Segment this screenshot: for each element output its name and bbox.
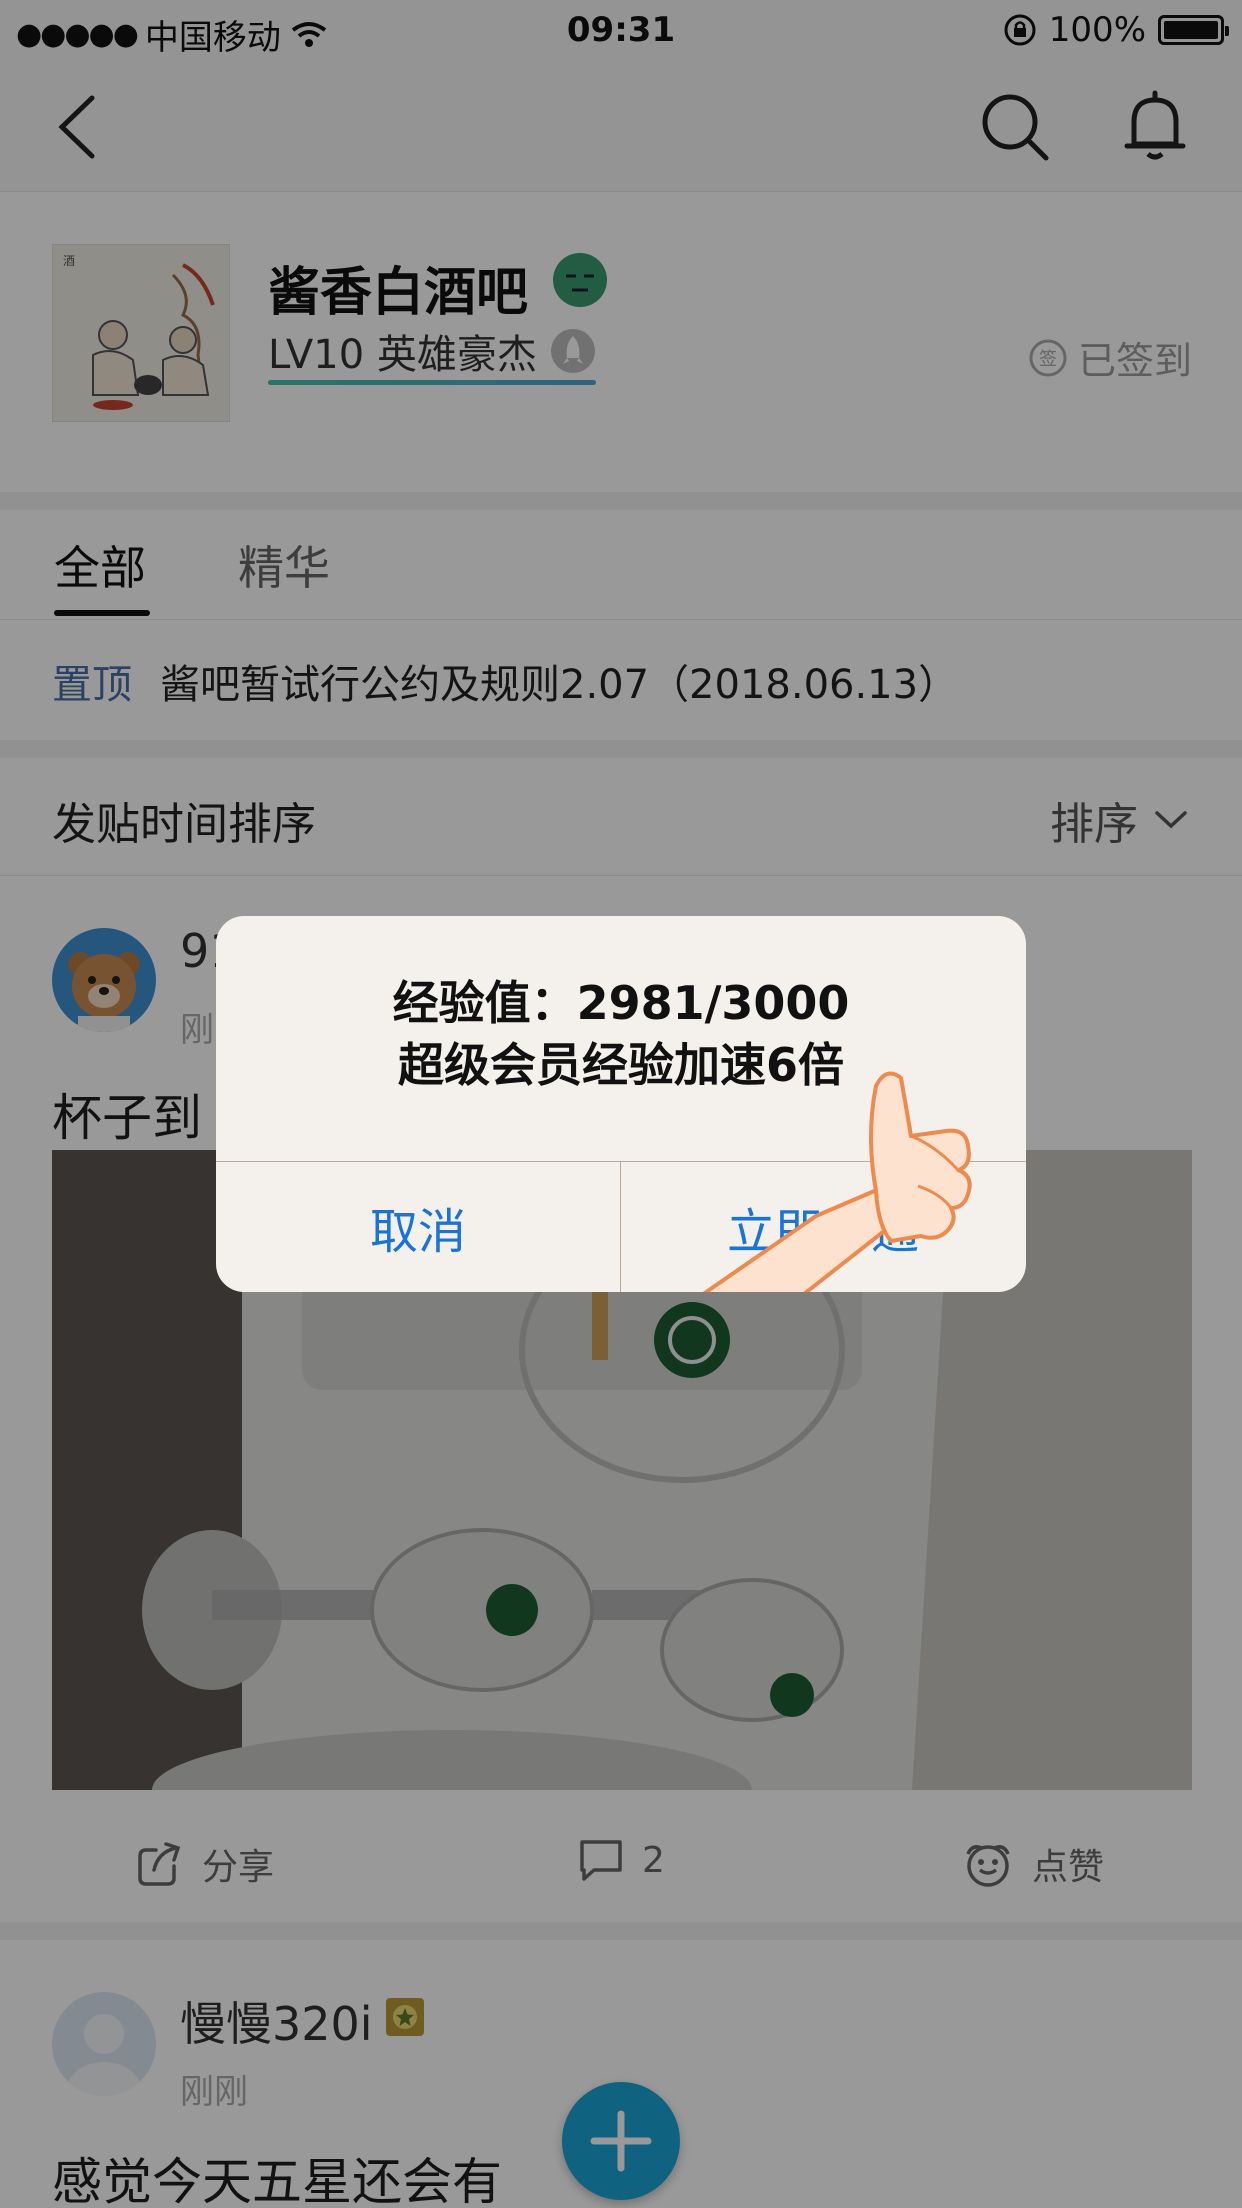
thumbs-up-hand-icon: [702, 1071, 972, 1292]
cancel-button[interactable]: 取消: [216, 1161, 620, 1292]
alert-dialog: 经验值：2981/3000 超级会员经验加速6倍 取消 立即开通: [216, 916, 1026, 1292]
dialog-experience-line: 经验值：2981/3000: [392, 976, 850, 1030]
